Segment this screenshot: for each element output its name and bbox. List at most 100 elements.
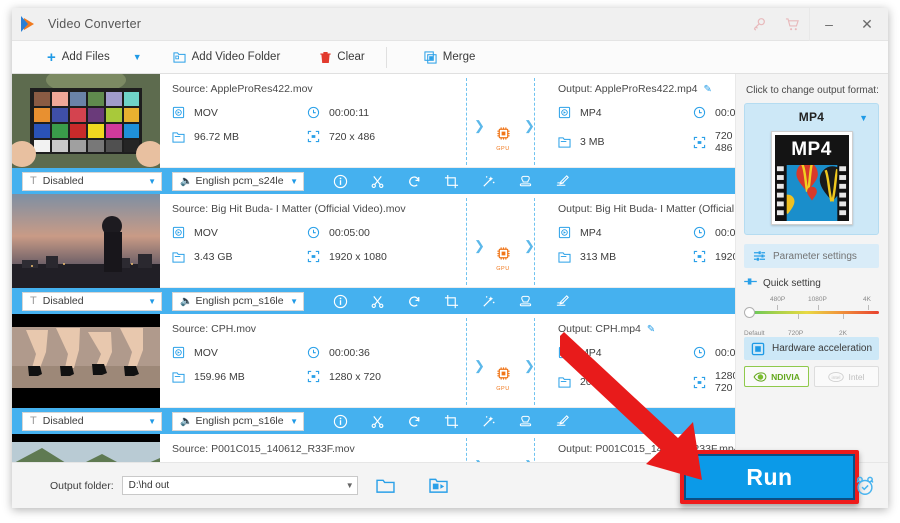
slider-label-1080p: 1080P [808, 296, 827, 303]
subtitle-select[interactable]: T Disabled ▼ [22, 411, 162, 431]
row-info: Source: Big Hit Buda- I Matter (Official… [160, 194, 735, 288]
subtitle-text-icon: T [30, 415, 37, 427]
output-filename: Output: Big Hit Buda- I Matter (Official… [558, 203, 735, 215]
key-icon[interactable] [741, 8, 775, 41]
speaker-icon: 🔈 [180, 295, 193, 307]
subtitle-edit-icon[interactable] [544, 288, 581, 314]
table-row[interactable]: Source: Big Hit Buda- I Matter (Official… [12, 194, 735, 288]
crop-icon[interactable] [433, 288, 470, 314]
add-video-folder-button[interactable]: Add Video Folder [164, 41, 290, 74]
edit-pencil-icon[interactable]: ✎ [704, 84, 712, 95]
hardware-acceleration-button[interactable]: Hardware acceleration [744, 337, 879, 360]
file-list[interactable]: Source: AppleProRes422.mov MOV 00:00:11 … [12, 74, 736, 462]
merge-button[interactable]: Merge [415, 41, 485, 74]
audio-select[interactable]: 🔈 English pcm_s16le ( ▼ [172, 291, 304, 311]
intel-button[interactable]: intel Intel [814, 366, 879, 387]
video-thumbnail[interactable] [12, 74, 160, 168]
file-type-icon [558, 346, 580, 359]
output-size: 20 MB [558, 370, 693, 394]
cut-scissors-icon[interactable] [359, 408, 396, 434]
close-button[interactable]: ✕ [848, 8, 886, 41]
subtitle-select[interactable]: T Disabled ▼ [22, 171, 162, 191]
cart-icon[interactable] [775, 8, 809, 41]
resolution-icon [307, 250, 329, 263]
rotate-icon[interactable] [396, 168, 433, 194]
chevron-right-icon: ❯ [474, 118, 485, 133]
clear-button[interactable]: Clear [311, 41, 373, 74]
info-icon[interactable] [322, 408, 359, 434]
effects-wand-icon[interactable] [470, 288, 507, 314]
row-info: Source: CPH.mov MOV 00:00:36 159.96 MB 1… [160, 314, 735, 408]
effects-wand-icon[interactable] [470, 408, 507, 434]
video-thumbnail[interactable] [12, 314, 160, 408]
source-resolution: 1280 x 720 [307, 370, 460, 383]
output-folder-input[interactable]: D:\hd out ▼ [121, 476, 358, 495]
source-pane: Source: AppleProRes422.mov MOV 00:00:11 … [160, 74, 460, 167]
folder-icon[interactable] [375, 478, 395, 494]
gpu-label: GPU [496, 266, 510, 272]
toolbar-divider [385, 46, 387, 68]
title-bar: Video Converter – ✕ [12, 7, 888, 41]
info-icon[interactable] [322, 168, 359, 194]
table-row[interactable]: Source: P001C015_140612_R33F.mov MOV 00:… [12, 434, 735, 462]
watermark-stamp-icon[interactable] [507, 168, 544, 194]
table-row[interactable]: Source: AppleProRes422.mov MOV 00:00:11 … [12, 74, 735, 168]
subtitle-edit-icon[interactable] [544, 168, 581, 194]
chevron-down-icon[interactable]: ▼ [859, 113, 868, 123]
source-duration: 00:00:11 [307, 106, 460, 119]
add-files-label: Add Files [61, 51, 110, 63]
folder-video-open-icon[interactable] [428, 477, 448, 494]
alarm-clock-icon[interactable] [854, 475, 876, 502]
video-thumbnail[interactable] [12, 194, 160, 288]
watermark-stamp-icon[interactable] [507, 408, 544, 434]
run-button[interactable]: Run [684, 454, 855, 500]
row-tools [322, 408, 581, 434]
chevron-down-icon[interactable]: ▼ [346, 481, 354, 490]
subtitle-select[interactable]: T Disabled ▼ [22, 291, 162, 311]
file-size-icon [558, 136, 580, 148]
nvidia-button[interactable]: NDIVIA [744, 366, 809, 387]
parameter-settings-button[interactable]: Parameter settings [744, 244, 879, 268]
info-icon[interactable] [322, 288, 359, 314]
conversion-arrow-pane: ❯ ❯ GPU [460, 314, 546, 407]
plus-icon: + [47, 48, 56, 66]
rotate-icon[interactable] [396, 408, 433, 434]
rotate-icon[interactable] [396, 288, 433, 314]
cut-scissors-icon[interactable] [359, 168, 396, 194]
audio-select[interactable]: 🔈 English pcm_s16le ( ▼ [172, 411, 304, 431]
source-duration: 00:00:36 [307, 346, 460, 359]
format-selector[interactable]: MP4 ▼ MP4 [744, 103, 879, 235]
file-type-icon [172, 226, 194, 239]
subtitle-value: Disabled [42, 175, 84, 187]
crop-icon[interactable] [433, 168, 470, 194]
subtitle-text-icon: T [30, 295, 37, 307]
quality-slider[interactable]: 480P 1080P 4K Default 720P 2K [744, 296, 879, 337]
audio-select[interactable]: 🔈 English pcm_s24le ( ▼ [172, 171, 304, 191]
output-pane: Output: Big Hit Buda- I Matter (Official… [546, 194, 735, 287]
conversion-arrow-pane: ❯ ❯ GPU [460, 194, 546, 287]
add-files-button[interactable]: + Add Files [38, 41, 119, 74]
watermark-stamp-icon[interactable] [507, 288, 544, 314]
crop-icon[interactable] [433, 408, 470, 434]
source-filename: Source: P001C015_140612_R33F.mov [172, 443, 355, 455]
source-resolution: 720 x 486 [307, 130, 460, 143]
output-filename: Output: AppleProRes422.mp4 ✎ [558, 83, 712, 95]
slider-track[interactable] [748, 311, 879, 314]
trash-icon [320, 51, 331, 64]
table-row[interactable]: Source: CPH.mov MOV 00:00:36 159.96 MB 1… [12, 314, 735, 408]
subtitle-edit-icon[interactable] [544, 408, 581, 434]
output-duration: 00:00:36 [693, 346, 735, 359]
row-action-bar: T Disabled ▼ 🔈 English pcm_s16le ( ▼ [12, 288, 735, 314]
minimize-button[interactable]: – [810, 8, 848, 41]
cut-scissors-icon[interactable] [359, 288, 396, 314]
chevron-down-icon[interactable]: ▼ [119, 52, 164, 62]
edit-pencil-icon[interactable]: ✎ [647, 324, 655, 335]
chevron-down-icon: ▼ [290, 176, 298, 186]
row-info: Source: AppleProRes422.mov MOV 00:00:11 … [160, 74, 735, 168]
slider-handle[interactable] [744, 307, 755, 318]
conversion-arrow-pane: ❯ ❯ GPU [460, 74, 546, 167]
resolution-icon [693, 250, 715, 263]
effects-wand-icon[interactable] [470, 168, 507, 194]
source-format: MOV [172, 226, 307, 239]
video-thumbnail[interactable] [12, 434, 160, 462]
